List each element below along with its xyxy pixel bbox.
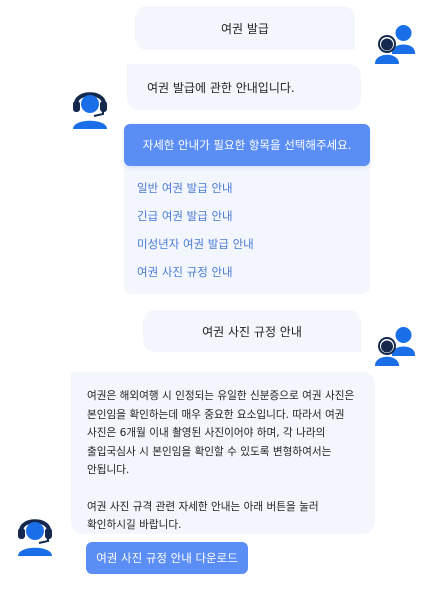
user-message-bubble: 여권 사진 규정 안내 xyxy=(143,310,361,352)
menu-item-minor-passport[interactable]: 미성년자 여권 발급 안내 xyxy=(137,236,254,252)
headset-agent-icon xyxy=(73,92,107,129)
users-icon xyxy=(375,327,415,366)
user-message-text: 여권 사진 규정 안내 xyxy=(202,324,302,339)
bot-answer-paragraph: 여권 사진 규격 관련 자세한 안내는 아래 버튼을 눌러 확인하시길 바랍니다… xyxy=(87,500,319,532)
bot-answer-bubble: 여권은 해외여행 시 인정되는 유일한 신분증으로 여권 사진은 본인임을 확인… xyxy=(71,372,375,534)
users-icon xyxy=(375,25,415,64)
bot-answer-paragraph: 여권은 해외여행 시 인정되는 유일한 신분증으로 여권 사진은 본인임을 확인… xyxy=(87,390,355,476)
headset-agent-icon xyxy=(18,519,52,556)
menu-header: 자세한 안내가 필요한 항목을 선택해주세요. xyxy=(124,124,370,166)
bot-message-bubble: 여권 발급에 관한 안내입니다. xyxy=(127,64,361,110)
menu-card: 자세한 안내가 필요한 항목을 선택해주세요. 일반 여권 발급 안내 긴급 여… xyxy=(124,124,370,294)
user-message-text: 여권 발급 xyxy=(221,21,269,36)
download-photo-rules-button[interactable]: 여권 사진 규정 안내 다운로드 xyxy=(86,542,248,574)
menu-item-general-passport[interactable]: 일반 여권 발급 안내 xyxy=(137,180,233,196)
user-message-bubble: 여권 발급 xyxy=(135,6,355,50)
menu-item-urgent-passport[interactable]: 긴급 여권 발급 안내 xyxy=(137,208,233,224)
menu-item-photo-rules[interactable]: 여권 사진 규정 안내 xyxy=(137,264,233,280)
bot-message-text: 여권 발급에 관한 안내입니다. xyxy=(147,80,295,95)
